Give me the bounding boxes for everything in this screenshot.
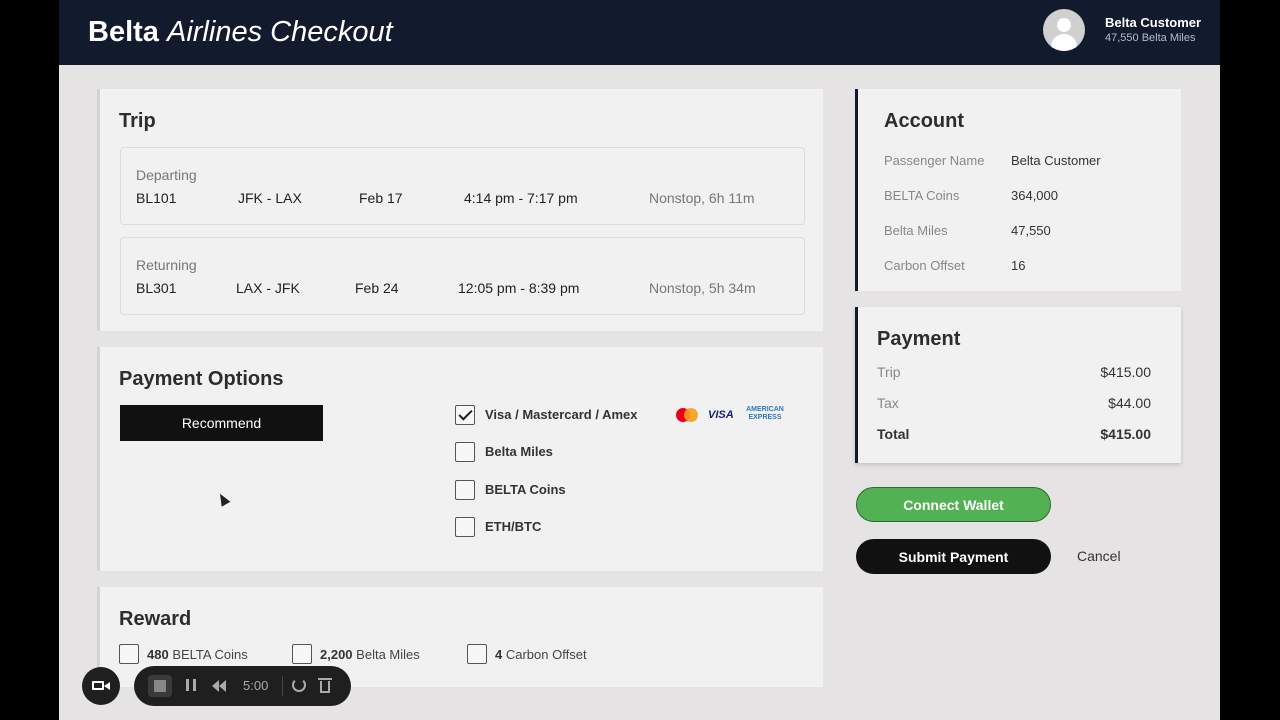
submit-payment-button[interactable]: Submit Payment [856, 539, 1051, 574]
account-title: Account [884, 110, 964, 132]
stop-icon [154, 680, 166, 692]
reward-amount: 2,200 [320, 647, 353, 662]
account-key: Belta Miles [884, 223, 948, 238]
account-key: Carbon Offset [884, 258, 965, 273]
returning-duration: Nonstop, 5h 34m [649, 280, 756, 296]
visa-logo: VISA [708, 409, 734, 421]
card-brand-logos: VISA AMERICAN EXPRESS [674, 406, 790, 426]
departing-time: 4:14 pm - 7:17 pm [464, 190, 578, 206]
reward-label: 2,200 Belta Miles [320, 647, 420, 662]
payment-title: Payment [877, 328, 961, 350]
recording-timer: 5:00 [243, 678, 269, 693]
pause-icon[interactable] [186, 679, 198, 693]
departing-flight-row: Departing BL101 JFK - LAX Feb 17 4:14 pm… [120, 147, 805, 225]
mastercard-logo-icon-overlap [684, 408, 698, 422]
checkout-app: Belta Airlines Checkout Belta Customer 4… [59, 0, 1220, 720]
reward-unit: Carbon Offset [505, 647, 587, 662]
option-label: Visa / Mastercard / Amex [485, 407, 638, 422]
user-name: Belta Customer [1105, 15, 1202, 30]
reward-amount: 4 [495, 647, 503, 662]
camera-lens-icon [104, 682, 110, 690]
belta-miles-checkbox[interactable] [455, 442, 475, 462]
user-miles: 47,550 Belta Miles [1105, 32, 1196, 44]
returning-time: 12:05 pm - 8:39 pm [458, 280, 580, 296]
payment-value: $415.00 [1100, 426, 1151, 442]
camera-button[interactable] [82, 667, 120, 705]
account-card: Account Passenger Name Belta Customer BE… [855, 89, 1181, 291]
stop-button[interactable] [148, 675, 172, 697]
amex-logo: AMERICAN EXPRESS [742, 406, 788, 422]
reward-coins-checkbox[interactable] [119, 644, 139, 664]
reward-amount: 480 [147, 647, 169, 662]
option-label: Belta Miles [485, 444, 553, 459]
card-payment-checkbox[interactable] [455, 405, 475, 425]
payment-options-title: Payment Options [119, 368, 284, 390]
payment-key: Total [877, 426, 910, 442]
departing-duration: Nonstop, 6h 11m [649, 190, 755, 206]
toolbar-divider [282, 676, 283, 696]
belta-coins-checkbox[interactable] [455, 480, 475, 500]
returning-date: Feb 24 [355, 280, 399, 296]
recorder-controls: 5:00 [134, 666, 351, 706]
account-key: Passenger Name [884, 153, 985, 168]
returning-route: LAX - JFK [236, 280, 300, 296]
returning-flight-number: BL301 [136, 280, 177, 296]
reward-title: Reward [119, 608, 192, 630]
returning-label: Returning [136, 257, 197, 273]
payment-key: Tax [877, 395, 899, 411]
option-label: ETH/BTC [485, 519, 542, 534]
reward-carbon-checkbox[interactable] [467, 644, 487, 664]
departing-flight-number: BL101 [136, 190, 177, 206]
brand-italic: Airlines Checkout [166, 16, 393, 48]
reward-label: 480 BELTA Coins [147, 647, 248, 662]
account-value: 364,000 [1011, 188, 1058, 203]
trip-card: Trip Departing BL101 JFK - LAX Feb 17 4:… [97, 89, 823, 331]
avatar-body-shape [1051, 34, 1077, 51]
top-header: Belta Airlines Checkout Belta Customer 4… [59, 0, 1220, 65]
recommend-button[interactable]: Recommend [120, 405, 323, 441]
account-value: Belta Customer [1011, 153, 1101, 168]
returning-flight-row: Returning BL301 LAX - JFK Feb 24 12:05 p… [120, 237, 805, 315]
brand-title: Belta Airlines Checkout [88, 16, 393, 49]
account-value: 16 [1011, 258, 1026, 273]
trash-icon[interactable] [318, 678, 332, 693]
restart-icon[interactable] [292, 678, 306, 692]
trip-title: Trip [119, 110, 156, 132]
payment-options-card: Payment Options Recommend Visa / Masterc… [97, 347, 823, 571]
reward-unit: BELTA Coins [172, 647, 248, 662]
connect-wallet-button[interactable]: Connect Wallet [856, 487, 1051, 522]
amex-logo-line2: EXPRESS [748, 414, 782, 421]
payment-value: $44.00 [1108, 395, 1151, 411]
avatar[interactable] [1043, 9, 1085, 51]
rewind-icon[interactable] [212, 679, 228, 693]
avatar-head-shape [1057, 18, 1071, 32]
amex-logo-line1: AMERICAN [746, 406, 784, 413]
reward-unit: Belta Miles [356, 647, 420, 662]
departing-label: Departing [136, 167, 197, 183]
payment-summary-card: Payment Trip $415.00 Tax $44.00 Total $4… [855, 307, 1181, 463]
eth-btc-checkbox[interactable] [455, 517, 475, 537]
reward-label: 4 Carbon Offset [495, 647, 587, 662]
checkmark-icon [458, 406, 473, 421]
payment-key: Trip [877, 364, 901, 380]
brand-bold: Belta [88, 16, 159, 48]
camera-icon [92, 681, 104, 690]
option-label: BELTA Coins [485, 482, 566, 497]
departing-route: JFK - LAX [238, 190, 302, 206]
departing-date: Feb 17 [359, 190, 403, 206]
reward-miles-checkbox[interactable] [292, 644, 312, 664]
cancel-link[interactable]: Cancel [1077, 548, 1121, 564]
account-key: BELTA Coins [884, 188, 960, 203]
account-value: 47,550 [1011, 223, 1051, 238]
payment-value: $415.00 [1100, 364, 1151, 380]
